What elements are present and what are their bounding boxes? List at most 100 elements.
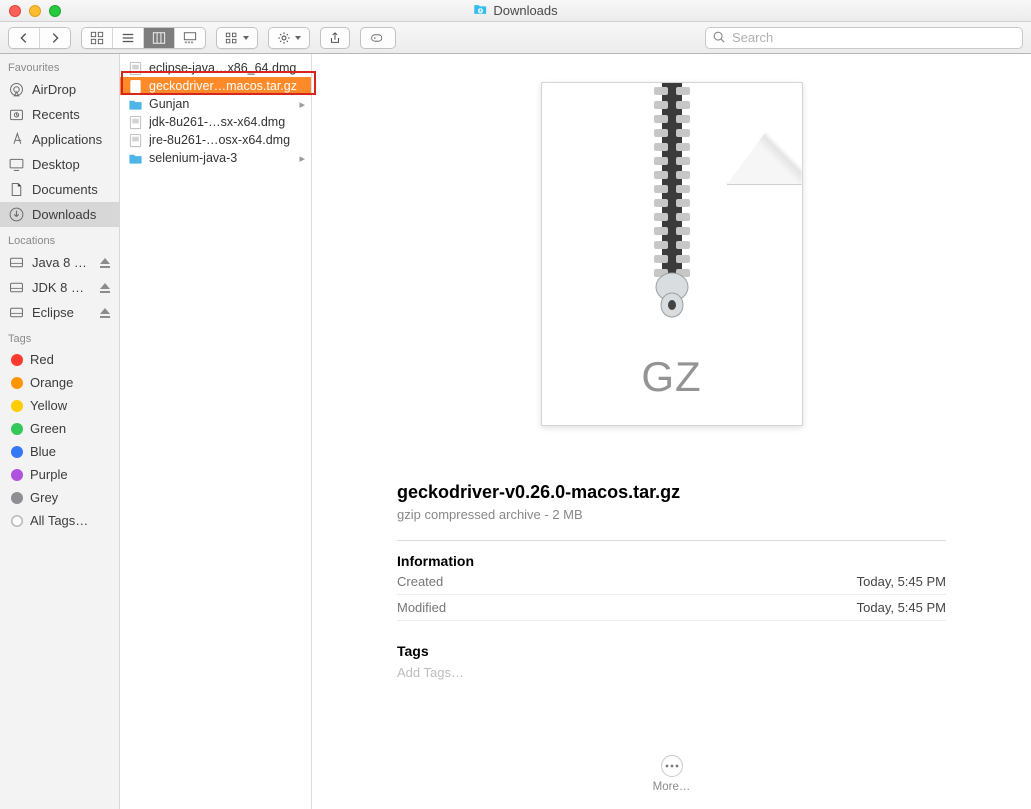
sidebar-item-label: Red <box>30 352 111 367</box>
group-by-button[interactable] <box>217 28 257 48</box>
file-thumbnail: GZ <box>541 82 803 426</box>
file-row-jre[interactable]: jre-8u261-…osx-x64.dmg <box>120 131 311 149</box>
zipper-icon <box>650 83 694 319</box>
eject-icon[interactable] <box>99 307 111 319</box>
file-name-label: selenium-java-3 <box>149 151 303 165</box>
view-list-button[interactable] <box>113 28 144 48</box>
info-modified-row: Modified Today, 5:45 PM <box>397 595 946 621</box>
tag-green-icon <box>11 423 23 435</box>
share-button[interactable] <box>320 27 350 49</box>
file-extension-label: GZ <box>542 353 802 401</box>
tags-heading: Tags <box>397 643 946 659</box>
sidebar-tag-grey[interactable]: Grey <box>0 486 119 509</box>
sidebar-heading-tags: Tags <box>0 333 119 348</box>
sidebar-tag-blue[interactable]: Blue <box>0 440 119 463</box>
sidebar-item-label: Green <box>30 421 111 436</box>
sidebar-item-applications[interactable]: Applications <box>0 127 119 152</box>
sidebar-item-airdrop[interactable]: AirDrop <box>0 77 119 102</box>
edit-tags-button[interactable] <box>360 27 396 49</box>
grid-icon <box>90 31 104 45</box>
search-field[interactable] <box>705 27 1023 49</box>
titlebar: Downloads <box>0 0 1031 22</box>
divider <box>397 540 946 541</box>
search-input[interactable] <box>705 27 1023 49</box>
info-created-value: Today, 5:45 PM <box>857 574 946 589</box>
sidebar-tag-yellow[interactable]: Yellow <box>0 394 119 417</box>
folder-icon <box>128 97 143 112</box>
file-column: eclipse-java…x86_64.dmg geckodriver…maco… <box>120 54 312 809</box>
eject-icon[interactable] <box>99 257 111 269</box>
downloads-icon <box>8 206 25 223</box>
file-row-eclipse[interactable]: eclipse-java…x86_64.dmg <box>120 59 311 77</box>
sidebar-tag-all[interactable]: All Tags… <box>0 509 119 532</box>
gear-icon <box>277 31 291 45</box>
chevron-left-icon <box>17 31 31 45</box>
sidebar-item-label: Grey <box>30 490 111 505</box>
gallery-icon <box>183 31 197 45</box>
view-icon-button[interactable] <box>82 28 113 48</box>
downloads-folder-icon <box>473 2 488 20</box>
applications-icon <box>8 131 25 148</box>
sidebar-item-label: Orange <box>30 375 111 390</box>
sidebar-item-label: Blue <box>30 444 111 459</box>
sidebar-item-label: Eclipse <box>32 305 92 320</box>
sidebar-tag-orange[interactable]: Orange <box>0 371 119 394</box>
eject-icon[interactable] <box>99 282 111 294</box>
sidebar-item-label: Yellow <box>30 398 111 413</box>
sidebar-item-desktop[interactable]: Desktop <box>0 152 119 177</box>
tag-icon <box>371 31 385 45</box>
add-tags-field[interactable]: Add Tags… <box>397 665 946 680</box>
tag-orange-icon <box>11 377 23 389</box>
sidebar-item-downloads[interactable]: Downloads <box>0 202 119 227</box>
sidebar-item-label: Applications <box>32 132 111 147</box>
file-row-selenium[interactable]: selenium-java-3 ▸ <box>120 149 311 167</box>
file-row-gunjan[interactable]: Gunjan ▸ <box>120 95 311 113</box>
file-name-label: eclipse-java…x86_64.dmg <box>149 61 303 75</box>
documents-icon <box>8 181 25 198</box>
view-gallery-button[interactable] <box>175 28 205 48</box>
sidebar-item-documents[interactable]: Documents <box>0 177 119 202</box>
sidebar-tag-green[interactable]: Green <box>0 417 119 440</box>
dmg-file-icon <box>128 133 143 148</box>
window-title: Downloads <box>0 2 1031 20</box>
preview-pane: GZ geckodriver-v0.26.0-macos.tar.gz gzip… <box>312 54 1031 809</box>
nav-back-button[interactable] <box>9 28 40 48</box>
tag-yellow-icon <box>11 400 23 412</box>
archive-file-icon <box>128 79 143 94</box>
file-row-geckodriver[interactable]: geckodriver…macos.tar.gz <box>120 77 311 95</box>
information-heading: Information <box>397 553 946 569</box>
more-actions-button[interactable] <box>661 755 683 777</box>
share-icon <box>328 31 342 45</box>
window-minimize-button[interactable] <box>29 5 41 17</box>
sidebar-item-jdk8[interactable]: JDK 8 U… <box>0 275 119 300</box>
disk-icon <box>8 304 25 321</box>
dmg-file-icon <box>128 115 143 130</box>
file-row-jdk[interactable]: jdk-8u261-…sx-x64.dmg <box>120 113 311 131</box>
disk-icon <box>8 279 25 296</box>
sidebar-tag-purple[interactable]: Purple <box>0 463 119 486</box>
sidebar-item-recents[interactable]: Recents <box>0 102 119 127</box>
sidebar-item-label: Documents <box>32 182 111 197</box>
sidebar-item-eclipse[interactable]: Eclipse <box>0 300 119 325</box>
file-name-label: geckodriver…macos.tar.gz <box>149 79 303 93</box>
window-close-button[interactable] <box>9 5 21 17</box>
info-modified-value: Today, 5:45 PM <box>857 600 946 615</box>
file-name-label: jre-8u261-…osx-x64.dmg <box>149 133 303 147</box>
sidebar-item-label: Downloads <box>32 207 111 222</box>
window-zoom-button[interactable] <box>49 5 61 17</box>
recents-icon <box>8 106 25 123</box>
ellipsis-icon <box>665 764 679 768</box>
tag-purple-icon <box>11 469 23 481</box>
view-columns-button[interactable] <box>144 28 175 48</box>
nav-forward-button[interactable] <box>40 28 70 48</box>
page-fold-icon <box>727 83 802 185</box>
info-created-row: Created Today, 5:45 PM <box>397 569 946 595</box>
sidebar-tag-red[interactable]: Red <box>0 348 119 371</box>
search-icon <box>712 30 726 47</box>
action-menu-button[interactable] <box>269 28 309 48</box>
sidebar-item-label: AirDrop <box>32 82 111 97</box>
disk-icon <box>8 254 25 271</box>
sidebar-item-java8[interactable]: Java 8 U… <box>0 250 119 275</box>
file-name-label: Gunjan <box>149 97 303 111</box>
folder-icon <box>128 151 143 166</box>
